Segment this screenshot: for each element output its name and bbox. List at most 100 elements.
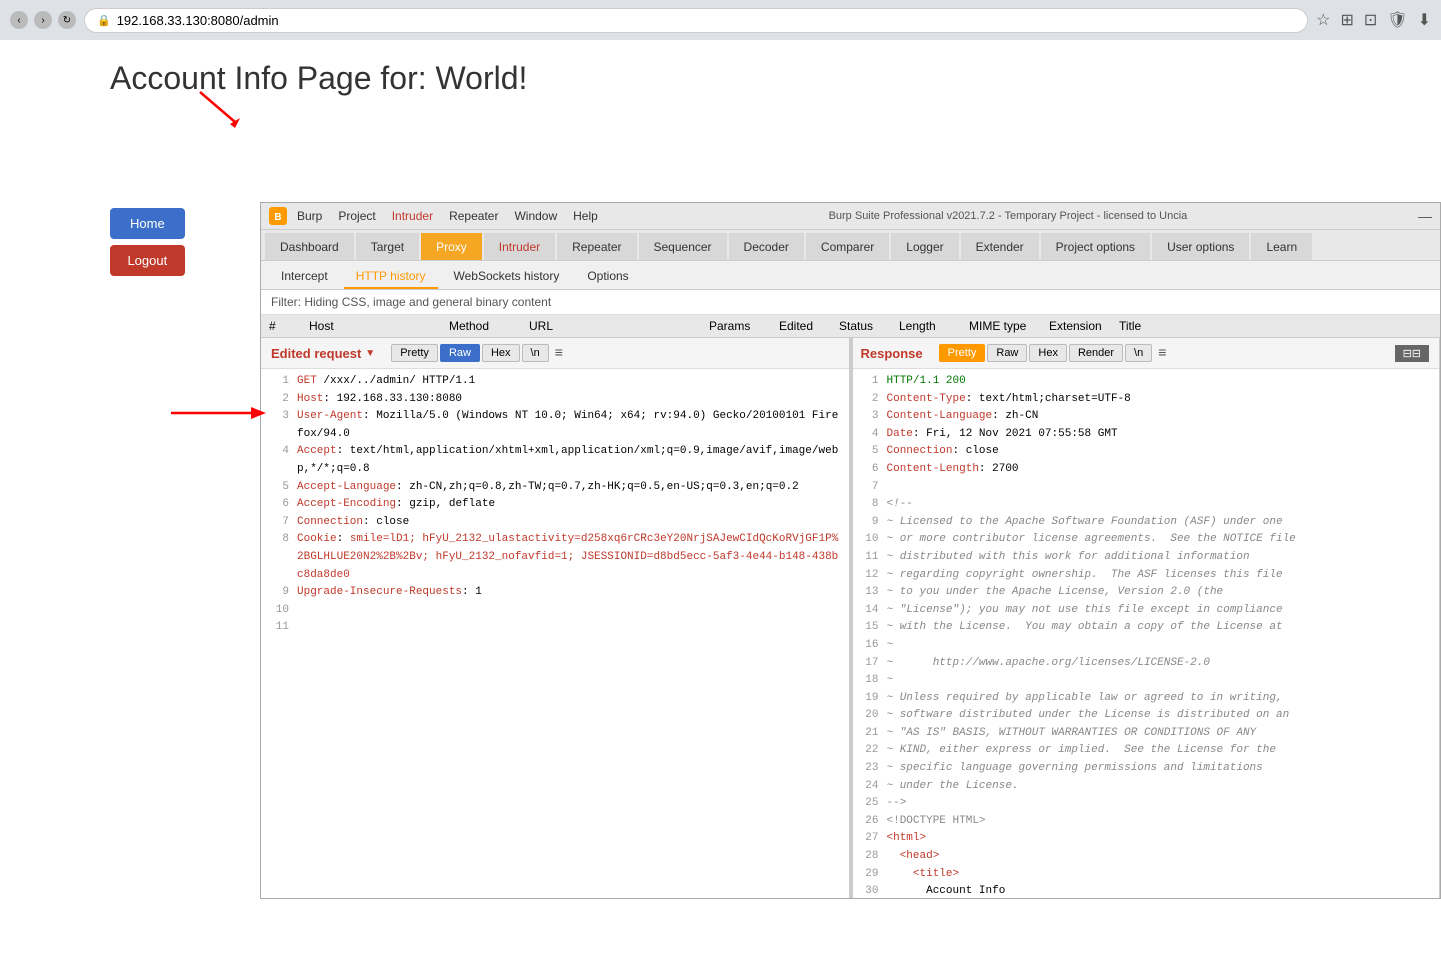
res-line-10: 10 ~ or more contributor license agreeme… <box>859 531 1432 549</box>
res-fmt-raw[interactable]: Raw <box>987 344 1027 362</box>
response-label: Response <box>861 346 923 361</box>
col-host: Host <box>309 319 449 333</box>
res-fmt-pretty[interactable]: Pretty <box>939 344 986 362</box>
logout-button[interactable]: Logout <box>110 245 185 276</box>
page-header: Account Info Page for: World! <box>0 40 1441 127</box>
req-line-4: 4 Accept: text/html,application/xhtml+xm… <box>269 443 842 478</box>
response-panel: Response Pretty Raw Hex Render \n ≡ ⊟⊟ 1… <box>851 338 1441 898</box>
extensions-icon[interactable]: ⊞ <box>1340 10 1353 30</box>
col-url: URL <box>529 319 709 333</box>
tab-intruder[interactable]: Intruder <box>484 233 555 260</box>
forward-button[interactable]: › <box>34 11 52 29</box>
res-line-15: 15 ~ with the License. You may obtain a … <box>859 619 1432 637</box>
res-line-6: 6 Content-Length: 2700 <box>859 461 1432 479</box>
col-edited: Edited <box>779 319 839 333</box>
filter-bar[interactable]: Filter: Hiding CSS, image and general bi… <box>261 290 1440 315</box>
shield-icon[interactable]: 🛡 <box>1387 10 1407 30</box>
url-text: 192.168.33.130:8080/admin <box>117 13 279 28</box>
req-line-2: 2 Host: 192.168.33.130:8080 <box>269 391 842 409</box>
res-fmt-render[interactable]: Render <box>1069 344 1123 362</box>
tab-learn[interactable]: Learn <box>1251 233 1312 260</box>
res-line-22: 22 ~ KIND, either express or implied. Se… <box>859 742 1432 760</box>
col-method: Method <box>449 319 529 333</box>
res-line-4: 4 Date: Fri, 12 Nov 2021 07:55:58 GMT <box>859 426 1432 444</box>
req-menu-icon[interactable]: ≡ <box>555 344 563 362</box>
request-panel-header: Edited request ▼ Pretty Raw Hex \n ≡ <box>261 338 850 369</box>
tab-logger[interactable]: Logger <box>891 233 958 260</box>
req-line-9: 9 Upgrade-Insecure-Requests: 1 <box>269 584 842 602</box>
back-button[interactable]: ‹ <box>10 11 28 29</box>
dropdown-arrow-icon[interactable]: ▼ <box>365 348 375 359</box>
res-line-30: 30 Account Info <box>859 883 1432 898</box>
burp-menu: Burp Project Intruder Repeater Window He… <box>297 209 598 223</box>
res-fmt-newline[interactable]: \n <box>1125 344 1152 362</box>
request-format-buttons: Pretty Raw Hex \n ≡ <box>391 344 563 362</box>
sidebar-buttons: Home Logout <box>110 208 185 276</box>
refresh-button[interactable]: ↻ <box>58 11 76 29</box>
tab-project-options[interactable]: Project options <box>1041 233 1150 260</box>
tab-target[interactable]: Target <box>356 233 419 260</box>
res-line-9: 9 ~ Licensed to the Apache Software Foun… <box>859 514 1432 532</box>
col-status: Status <box>839 319 899 333</box>
req-fmt-pretty[interactable]: Pretty <box>391 344 438 362</box>
tab-sequencer[interactable]: Sequencer <box>639 233 727 260</box>
burp-window: B Burp Project Intruder Repeater Window … <box>260 202 1441 899</box>
res-line-19: 19 ~ Unless required by applicable law o… <box>859 690 1432 708</box>
req-fmt-newline[interactable]: \n <box>522 344 549 362</box>
res-line-26: 26 <!DOCTYPE HTML> <box>859 813 1432 831</box>
menu-burp[interactable]: Burp <box>297 209 322 223</box>
page-title: Account Info Page for: World! <box>110 60 1411 97</box>
res-fmt-hex[interactable]: Hex <box>1029 344 1067 362</box>
star-icon[interactable]: ☆ <box>1316 10 1330 30</box>
tab-comparer[interactable]: Comparer <box>806 233 889 260</box>
res-line-18: 18 ~ <box>859 672 1432 690</box>
res-line-7: 7 <box>859 479 1432 497</box>
split-toggle-button[interactable]: ⊟⊟ <box>1395 345 1429 362</box>
res-line-2: 2 Content-Type: text/html;charset=UTF-8 <box>859 391 1432 409</box>
menu-intruder[interactable]: Intruder <box>392 209 433 223</box>
menu-repeater[interactable]: Repeater <box>449 209 498 223</box>
tab-proxy[interactable]: Proxy <box>421 233 482 260</box>
tab-dashboard[interactable]: Dashboard <box>265 233 354 260</box>
svg-text:B: B <box>274 212 281 223</box>
download-icon[interactable]: ⬇ <box>1418 10 1431 30</box>
res-line-20: 20 ~ software distributed under the Lice… <box>859 707 1432 725</box>
req-fmt-hex[interactable]: Hex <box>482 344 520 362</box>
menu-window[interactable]: Window <box>514 209 557 223</box>
red-arrow-annotation <box>171 398 271 431</box>
home-button[interactable]: Home <box>110 208 185 239</box>
edited-request-label: Edited request ▼ <box>271 346 375 361</box>
res-line-17: 17 ~ http://www.apache.org/licenses/LICE… <box>859 655 1432 673</box>
burp-title-text: Burp Suite Professional v2021.7.2 - Temp… <box>608 210 1408 222</box>
req-line-6: 6 Accept-Encoding: gzip, deflate <box>269 496 842 514</box>
response-code-area[interactable]: 1 HTTP/1.1 200 2 Content-Type: text/html… <box>851 369 1440 898</box>
table-header: # Host Method URL Params Edited Status L… <box>261 315 1440 338</box>
split-handle[interactable] <box>849 338 853 898</box>
res-line-27: 27 <html> <box>859 830 1432 848</box>
menu-project[interactable]: Project <box>338 209 375 223</box>
req-fmt-raw[interactable]: Raw <box>440 344 480 362</box>
subtab-options[interactable]: Options <box>575 265 640 289</box>
request-code-area[interactable]: 1 GET /xxx/../admin/ HTTP/1.1 2 Host: 19… <box>261 369 850 898</box>
res-menu-icon[interactable]: ≡ <box>1158 344 1166 362</box>
res-line-13: 13 ~ to you under the Apache License, Ve… <box>859 584 1432 602</box>
subtab-intercept[interactable]: Intercept <box>269 265 340 289</box>
tab-decoder[interactable]: Decoder <box>729 233 804 260</box>
tab-user-options[interactable]: User options <box>1152 233 1249 260</box>
subtab-http-history[interactable]: HTTP history <box>344 265 438 289</box>
lock-icon: 🔒 <box>97 14 111 27</box>
res-line-5: 5 Connection: close <box>859 443 1432 461</box>
res-line-12: 12 ~ regarding copyright ownership. The … <box>859 567 1432 585</box>
col-length: Length <box>899 319 969 333</box>
url-bar[interactable]: 🔒 192.168.33.130:8080/admin <box>84 8 1308 33</box>
profile-icon[interactable]: ⊡ <box>1364 10 1377 30</box>
menu-help[interactable]: Help <box>573 209 598 223</box>
res-line-11: 11 ~ distributed with this work for addi… <box>859 549 1432 567</box>
tab-extender[interactable]: Extender <box>961 233 1039 260</box>
col-num: # <box>269 319 309 333</box>
burp-close-button[interactable]: — <box>1418 208 1432 224</box>
tab-repeater[interactable]: Repeater <box>557 233 636 260</box>
res-line-3: 3 Content-Language: zh-CN <box>859 408 1432 426</box>
req-line-7: 7 Connection: close <box>269 514 842 532</box>
subtab-websockets[interactable]: WebSockets history <box>442 265 572 289</box>
